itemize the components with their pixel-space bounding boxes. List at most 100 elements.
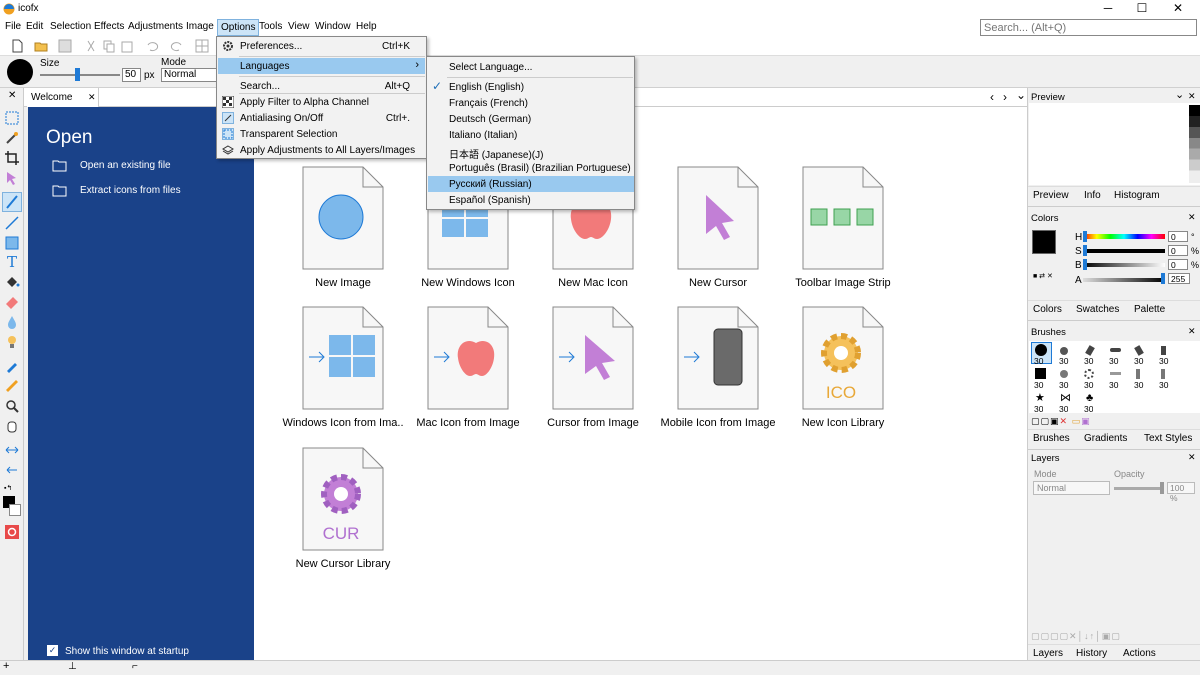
menu-item-french[interactable]: Français (French): [428, 95, 634, 111]
brush-texture-icon[interactable]: [1060, 370, 1068, 378]
menu-item-english[interactable]: ✓ English (English): [428, 79, 634, 95]
brightness-slider-thumb[interactable]: [1083, 259, 1087, 270]
layers-mode-select[interactable]: Normal: [1033, 481, 1110, 495]
magic-wand-icon[interactable]: [4, 130, 20, 146]
crop-icon[interactable]: [4, 150, 20, 166]
menu-options[interactable]: Options: [217, 19, 260, 36]
mode-select[interactable]: Normal: [161, 68, 217, 82]
brightness-input[interactable]: 0: [1168, 259, 1188, 270]
tab-gradients[interactable]: Gradients: [1084, 433, 1127, 444]
brush-grass-icon[interactable]: [1136, 369, 1140, 379]
menu-edit[interactable]: Edit: [26, 21, 43, 32]
flip-horizontal-icon[interactable]: [4, 442, 20, 458]
secondary-color-swatch[interactable]: [9, 504, 21, 516]
primary-color-box[interactable]: [1032, 230, 1056, 254]
eyedropper-icon[interactable]: [4, 358, 20, 374]
layers-opacity-input[interactable]: 100 %: [1167, 482, 1195, 503]
alpha-slider-thumb[interactable]: [1161, 273, 1165, 284]
saturation-slider[interactable]: [1083, 249, 1165, 253]
menu-view[interactable]: View: [288, 21, 310, 32]
card-cursor-from-image[interactable]: Cursor from Image: [531, 305, 655, 435]
blur-icon[interactable]: [4, 314, 20, 330]
cut-icon[interactable]: [84, 39, 98, 53]
layers-opacity-thumb[interactable]: [1160, 482, 1164, 494]
copy-icon[interactable]: [102, 39, 116, 53]
colors-close-icon[interactable]: ✕: [1188, 212, 1196, 223]
line-icon[interactable]: [4, 215, 20, 231]
preview-close-icon[interactable]: ✕: [1188, 91, 1196, 102]
tab-welcome[interactable]: Welcome ✕: [27, 88, 99, 107]
menu-item-apply-filter-alpha[interactable]: Apply Filter to Alpha Channel: [218, 94, 425, 110]
menu-effects[interactable]: Effects: [94, 21, 124, 32]
card-windows-icon-from-image[interactable]: Windows Icon from Ima..: [281, 305, 405, 435]
paste-icon[interactable]: [120, 39, 134, 53]
card-new-cursor[interactable]: New Cursor: [656, 165, 780, 295]
new-file-icon[interactable]: [10, 39, 24, 53]
brushes-close-icon[interactable]: ✕: [1188, 326, 1196, 337]
menu-item-apply-adjustments-all[interactable]: Apply Adjustments to All Layers/Images: [218, 142, 425, 158]
text-tool-icon[interactable]: T: [4, 254, 20, 270]
open-existing-link[interactable]: Open an existing file: [52, 157, 232, 175]
tab-text-styles[interactable]: Text Styles: [1144, 433, 1192, 444]
menu-image[interactable]: Image: [186, 21, 214, 32]
menu-item-languages[interactable]: Languages ›: [218, 58, 425, 74]
marquee-select-icon[interactable]: [4, 110, 20, 126]
card-toolbar-image-strip[interactable]: Toolbar Image Strip: [781, 165, 905, 295]
menu-item-portuguese[interactable]: Português (Brasil) (Brazilian Portuguese…: [428, 160, 634, 176]
saturation-slider-thumb[interactable]: [1083, 245, 1087, 256]
tab-swatches[interactable]: Swatches: [1076, 304, 1119, 315]
minimize-button[interactable]: ─: [1098, 2, 1118, 16]
hue-slider[interactable]: [1083, 234, 1165, 239]
saturation-input[interactable]: 0: [1168, 245, 1188, 256]
brush-pointed-icon[interactable]: [1161, 346, 1166, 355]
rectangle-icon[interactable]: [4, 235, 20, 251]
tab-list-icon[interactable]: ⌄: [1016, 88, 1026, 102]
alpha-input[interactable]: 255: [1168, 273, 1190, 284]
card-mac-icon-from-image[interactable]: Mac Icon from Image: [406, 305, 530, 435]
menu-item-transparent-selection[interactable]: Transparent Selection: [218, 126, 425, 142]
color-reset-icons[interactable]: ■ ⇄ ✕: [1033, 272, 1053, 280]
startup-checkbox[interactable]: ✓: [47, 645, 58, 656]
brush-tree-icon[interactable]: ♣: [1086, 393, 1093, 404]
tab-layers[interactable]: Layers: [1033, 648, 1063, 659]
menu-item-russian[interactable]: Русский (Russian): [428, 176, 634, 192]
grid-icon[interactable]: [195, 39, 209, 53]
menu-help[interactable]: Help: [356, 21, 377, 32]
menu-item-spanish[interactable]: Español (Spanish): [428, 192, 634, 208]
size-input[interactable]: 50: [122, 68, 141, 82]
rotate-icon[interactable]: [4, 462, 20, 478]
tools-close-icon[interactable]: ✕: [8, 90, 16, 101]
card-new-icon-library[interactable]: ICO New Icon Library: [781, 305, 905, 435]
brush-star-icon[interactable]: ★: [1035, 393, 1045, 404]
size-slider-thumb[interactable]: [75, 68, 80, 81]
preview-chevron-icon[interactable]: ⌄: [1175, 88, 1184, 101]
fill-bucket-icon[interactable]: [4, 274, 20, 290]
brush-square-icon[interactable]: [1035, 368, 1046, 379]
close-button[interactable]: ✕: [1168, 2, 1188, 16]
card-new-image[interactable]: New Image: [281, 165, 405, 295]
brush-icon[interactable]: [2, 192, 22, 212]
tab-palette[interactable]: Palette: [1134, 304, 1165, 315]
menu-file[interactable]: File: [5, 21, 21, 32]
undo-icon[interactable]: [145, 39, 159, 53]
menu-item-german[interactable]: Deutsch (German): [428, 111, 634, 127]
extract-icons-link[interactable]: Extract icons from files: [52, 182, 232, 200]
save-icon[interactable]: [58, 39, 72, 53]
hue-slider-thumb[interactable]: [1083, 231, 1087, 242]
size-slider[interactable]: [40, 74, 120, 76]
hand-icon[interactable]: [4, 418, 20, 434]
search-input[interactable]: [980, 19, 1197, 36]
brush-flat-icon[interactable]: [1110, 348, 1121, 352]
eraser-icon[interactable]: [4, 294, 20, 310]
layers-opacity-slider[interactable]: [1114, 487, 1162, 490]
card-mobile-icon-from-image[interactable]: Mobile Icon from Image: [656, 305, 780, 435]
brush-butterfly-icon[interactable]: ⋈: [1060, 393, 1071, 404]
menu-item-antialiasing[interactable]: Antialiasing On/Off Ctrl+.: [218, 110, 425, 126]
alpha-slider[interactable]: [1083, 278, 1165, 282]
tab-histogram[interactable]: Histogram: [1114, 190, 1160, 201]
brush-feather-icon[interactable]: [1161, 369, 1165, 379]
tab-actions[interactable]: Actions: [1123, 648, 1156, 659]
maximize-button[interactable]: ☐: [1132, 2, 1152, 16]
menu-adjustments[interactable]: Adjustments: [128, 21, 183, 32]
menu-selection[interactable]: Selection: [50, 21, 91, 32]
